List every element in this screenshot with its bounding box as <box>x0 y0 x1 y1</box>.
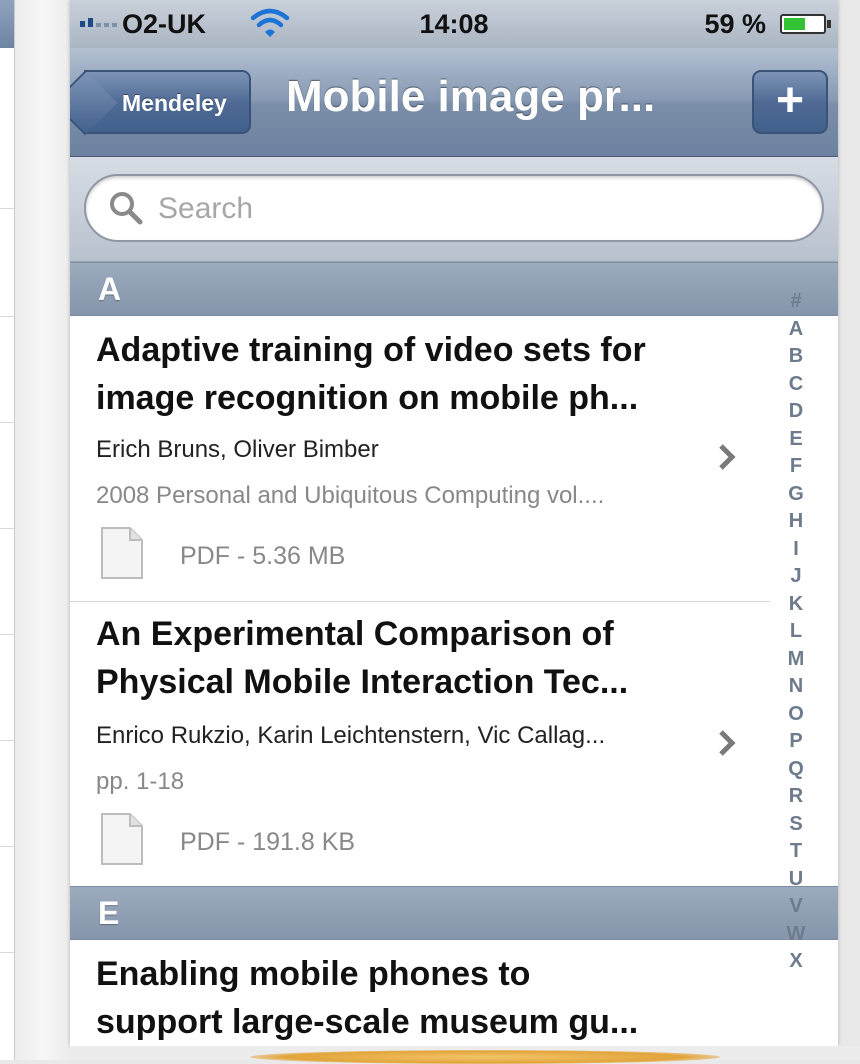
search-icon <box>110 192 143 225</box>
search-field[interactable] <box>84 174 824 242</box>
adjacent-screen-nav-bar <box>0 0 14 48</box>
document-title-line: image recognition on mobile ph... <box>96 379 639 417</box>
document-authors: Enrico Rukzio, Karin Leichtenstern, Vic … <box>96 722 606 749</box>
document-title-line: Physical Mobile Interaction Tec... <box>96 663 629 701</box>
file-info: PDF - 5.36 MB <box>180 542 346 570</box>
section-index-letter[interactable]: S <box>770 811 822 839</box>
phone-screen: O2-UK 14:08 59 % Mendeley Mobile image p… <box>70 0 838 1046</box>
adjacent-list-divider <box>0 634 14 635</box>
document-source: pp. 1-18 <box>96 768 185 795</box>
adjacent-list-divider <box>0 422 14 423</box>
section-index-letter[interactable]: B <box>770 343 822 371</box>
section-index-letter[interactable]: # <box>770 288 822 316</box>
document-row[interactable]: An Experimental Comparison of Physical M… <box>70 602 770 887</box>
section-header-e: E <box>70 886 838 940</box>
section-index-letter[interactable]: J <box>770 563 822 591</box>
back-button[interactable]: Mendeley <box>70 70 251 136</box>
section-index-letter[interactable]: H <box>770 508 822 536</box>
back-arrow-icon <box>70 70 118 136</box>
search-bar <box>70 157 838 262</box>
navigation-bar: Mendeley Mobile image pr... + <box>70 48 838 157</box>
section-index-letter[interactable]: L <box>770 618 822 646</box>
chevron-right-icon <box>719 730 736 756</box>
pdf-file-icon <box>101 813 143 865</box>
section-index-letter[interactable]: G <box>770 481 822 509</box>
section-index-letter[interactable]: I <box>770 536 822 564</box>
document-title-line: Enabling mobile phones to <box>96 955 531 993</box>
document-row[interactable]: Adaptive training of video sets for imag… <box>70 316 770 602</box>
section-header-a: A <box>70 262 838 316</box>
section-index-letter[interactable]: A <box>770 316 822 344</box>
section-index-letter[interactable]: Q <box>770 756 822 784</box>
adjacent-list-divider <box>0 740 14 741</box>
section-index-letter[interactable]: R <box>770 783 822 811</box>
adjacent-list-divider <box>0 846 14 847</box>
section-index-list[interactable]: # A B C D E F G H I J K L M N O P Q R S T U V W X <box>770 288 822 976</box>
adjacent-list-divider <box>0 528 14 529</box>
document-authors: Erich Bruns, Oliver Bimber <box>96 436 379 463</box>
pdf-file-icon <box>101 527 143 579</box>
file-info: PDF - 191.8 KB <box>180 828 356 856</box>
battery-fill <box>784 18 805 30</box>
document-row[interactable]: Enabling mobile phones to support large-… <box>70 940 770 1046</box>
section-index-letter[interactable]: O <box>770 701 822 729</box>
section-index-letter[interactable]: D <box>770 398 822 426</box>
section-index-bar[interactable]: # A B C D E F G H I J K L M N O P Q R S T U V W X <box>770 262 838 1046</box>
document-title-line: support large-scale museum gu... <box>96 1003 639 1041</box>
back-button-label: Mendeley <box>122 90 227 116</box>
document-title-line: An Experimental Comparison of <box>96 615 614 653</box>
section-index-letter[interactable]: K <box>770 591 822 619</box>
page-title: Mobile image pr... <box>286 72 656 121</box>
adjacent-screen-edge <box>0 0 15 1060</box>
adjacent-list-divider <box>0 316 14 317</box>
document-title-line: Adaptive training of video sets for <box>96 331 646 369</box>
section-index-letter[interactable]: E <box>770 426 822 454</box>
status-bar: O2-UK 14:08 59 % <box>70 0 838 48</box>
section-index-letter[interactable]: N <box>770 673 822 701</box>
section-index-letter[interactable]: X <box>770 948 822 976</box>
adjacent-list-divider <box>0 208 14 209</box>
add-button[interactable]: + <box>752 70 828 134</box>
section-index-letter[interactable]: T <box>770 838 822 866</box>
search-input[interactable] <box>156 186 800 232</box>
section-index-letter[interactable]: U <box>770 866 822 894</box>
section-index-letter[interactable]: F <box>770 453 822 481</box>
document-source: 2008 Personal and Ubiquitous Computing v… <box>96 482 605 509</box>
adjacent-list-divider <box>0 952 14 953</box>
section-index-letter[interactable]: W <box>770 921 822 949</box>
section-index-letter[interactable]: P <box>770 728 822 756</box>
device-home-glow <box>250 1050 720 1064</box>
section-index-letter[interactable]: V <box>770 893 822 921</box>
section-index-letter[interactable]: M <box>770 646 822 674</box>
battery-percentage: 59 % <box>704 9 766 39</box>
chevron-right-icon <box>719 444 736 470</box>
battery-icon <box>780 14 831 34</box>
device-bezel-gap <box>15 0 70 1060</box>
section-index-letter[interactable]: C <box>770 371 822 399</box>
